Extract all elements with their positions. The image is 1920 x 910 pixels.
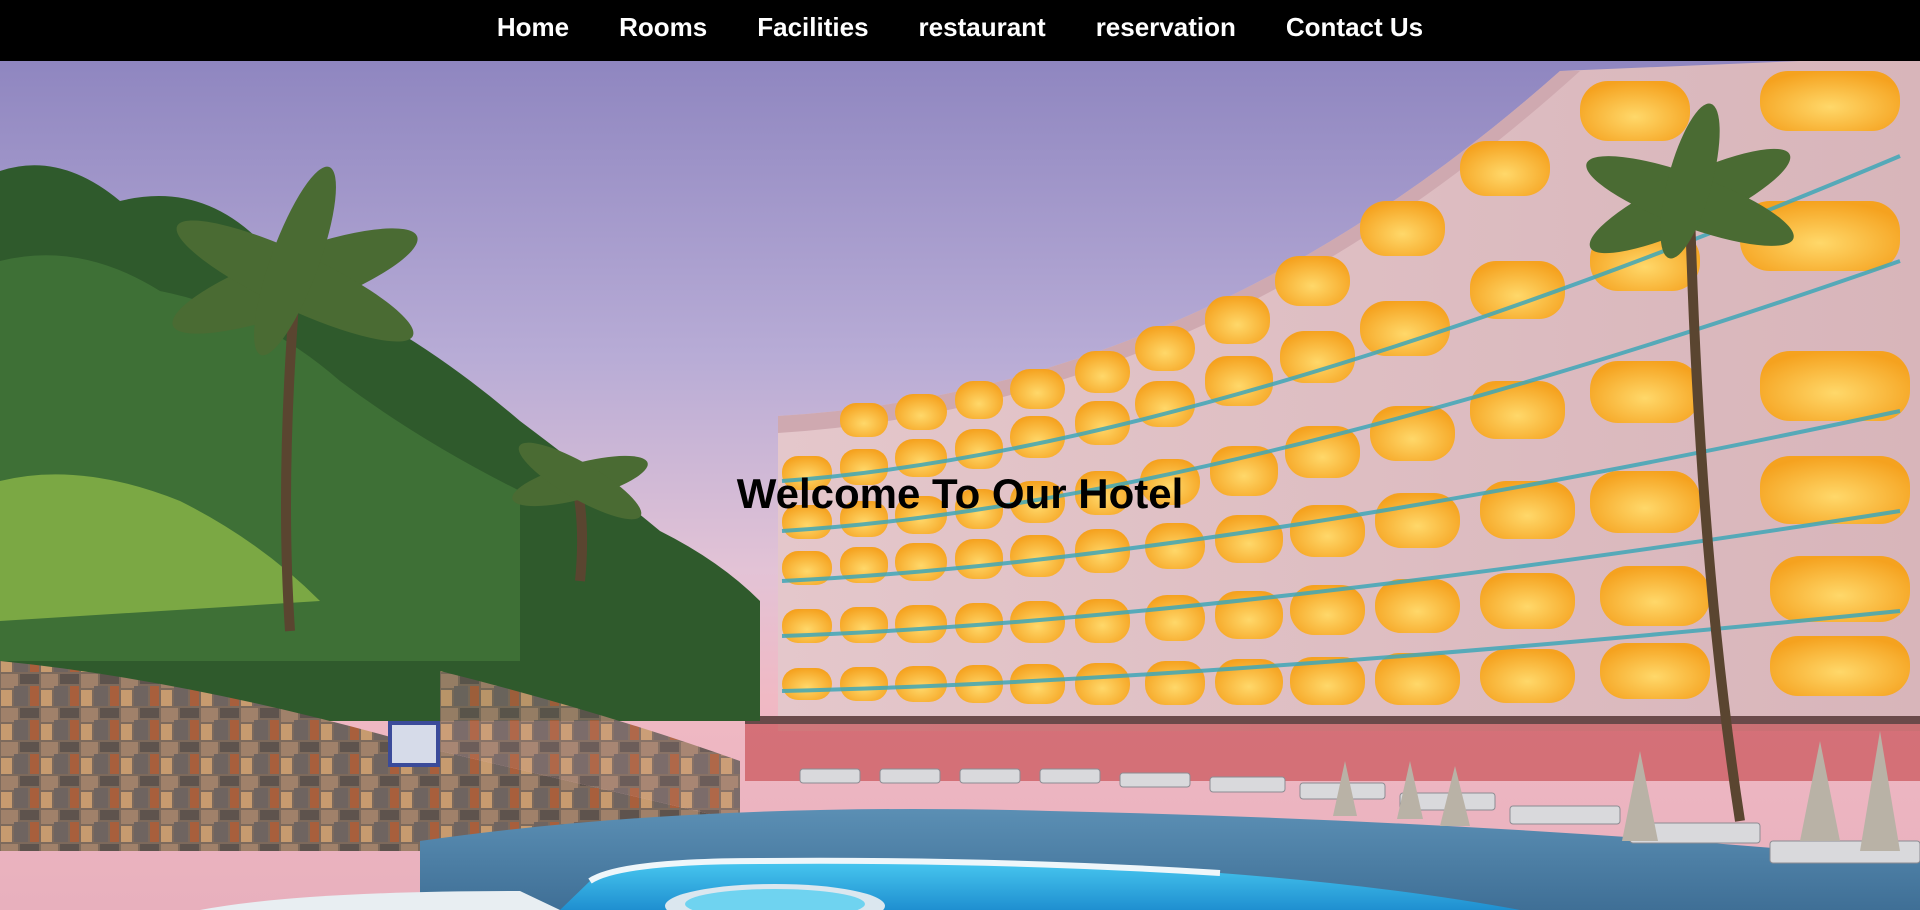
nav-facilities-link[interactable]: Facilities <box>757 12 868 43</box>
nav-contact-us-link[interactable]: Contact Us <box>1286 12 1423 43</box>
hero-title: Welcome To Our Hotel <box>736 470 1184 517</box>
nav-reservation-link[interactable]: reservation <box>1096 12 1236 43</box>
nav-home-link[interactable]: Home <box>497 12 569 43</box>
nav-rooms-link[interactable]: Rooms <box>619 12 707 43</box>
hero-section: Welcome To Our Hotel <box>0 61 1920 910</box>
top-navbar: Home Rooms Facilities restaurant reserva… <box>0 0 1920 61</box>
nav-restaurant-link[interactable]: restaurant <box>919 12 1046 43</box>
